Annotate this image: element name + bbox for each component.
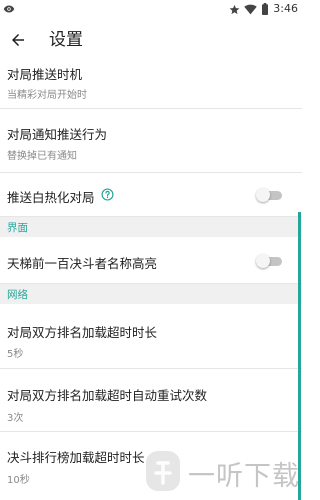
eye-icon (3, 5, 15, 13)
setting-value: 10秒 (7, 475, 30, 486)
setting-title: 天梯前一百决斗者名称高亮 (7, 256, 158, 271)
switch-thumb (256, 188, 270, 202)
setting-push-time[interactable]: 对局推送时机 当精彩对局开始时 (0, 62, 302, 109)
status-bar: 3:46 (0, 0, 302, 18)
setting-rank-timeout[interactable]: 对局双方排名加载超时时长 5秒 (0, 304, 302, 369)
section-header-interface: 界面 (0, 217, 302, 237)
switch-thumb (256, 254, 270, 268)
setting-value: 当精彩对局开始时 (7, 90, 87, 101)
section-label: 界面 (7, 222, 28, 234)
status-icons: 3:46 (229, 2, 298, 16)
setting-value: 5秒 (7, 349, 24, 360)
section-header-network: 网络 (0, 284, 302, 304)
battery-icon (262, 3, 269, 15)
watermark: 一听下载 (142, 445, 300, 500)
setting-value: 替换掉已有通知 (7, 151, 77, 162)
push-heated-switch[interactable] (256, 188, 284, 202)
settings-list[interactable]: 对局推送时机 当精彩对局开始时 对局通知推送行为 替换掉已有通知 推送白热化对局… (0, 62, 302, 500)
star-icon (229, 4, 240, 14)
section-label: 网络 (7, 289, 28, 301)
page-title: 设置 (49, 30, 83, 50)
status-time: 3:46 (273, 2, 298, 15)
setting-value: 3次 (7, 413, 24, 424)
setting-title: 对局推送时机 (7, 67, 83, 82)
setting-title: 对局双方排名加载超时时长 (7, 325, 158, 340)
watermark-logo-icon (146, 451, 180, 491)
setting-title: 决斗排行榜加载超时时长 (7, 450, 145, 465)
setting-title: 推送白热化对局 (7, 190, 95, 205)
arrow-left-icon (12, 34, 24, 46)
wifi-icon (244, 4, 258, 14)
watermark-text: 一听下载 (188, 461, 300, 492)
setting-ladder-highlight[interactable]: 天梯前一百决斗者名称高亮 (0, 237, 302, 284)
back-button[interactable] (6, 28, 30, 52)
setting-title: 对局通知推送行为 (7, 127, 108, 142)
app-bar: 设置 (0, 18, 302, 62)
help-icon[interactable] (101, 188, 114, 201)
setting-title: 对局双方排名加载超时自动重试次数 (7, 388, 208, 403)
ladder-highlight-switch[interactable] (256, 254, 284, 268)
setting-rank-retry[interactable]: 对局双方排名加载超时自动重试次数 3次 (0, 369, 302, 432)
setting-push-heated[interactable]: 推送白热化对局 (0, 173, 302, 217)
setting-push-behavior[interactable]: 对局通知推送行为 替换掉已有通知 (0, 109, 302, 173)
